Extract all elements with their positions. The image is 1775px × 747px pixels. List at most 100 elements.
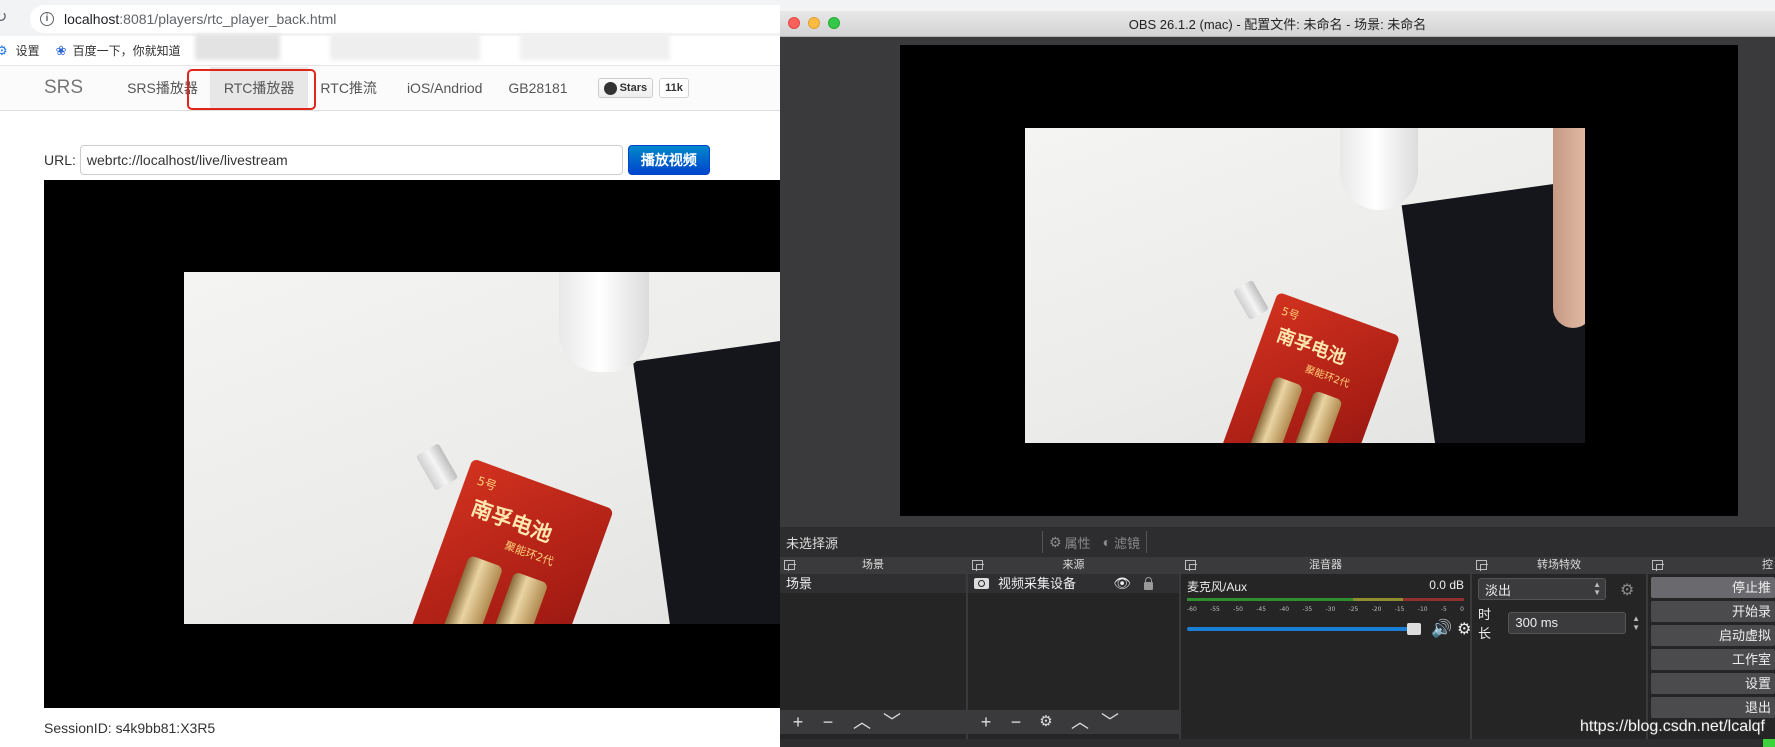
duration-input[interactable]: 300 ms: [1508, 612, 1627, 634]
url-field[interactable]: i localhost:8081/players/rtc_player_back…: [30, 5, 790, 33]
info-icon[interactable]: i: [40, 12, 54, 26]
meter-tick: -40: [1279, 606, 1290, 613]
meter-tick: -45: [1256, 606, 1267, 613]
meter-red-segment: [1403, 598, 1464, 601]
scenes-footer: + − ︿ ﹀: [780, 710, 966, 734]
eye-icon[interactable]: 👁: [1113, 574, 1131, 593]
meter-tick: -15: [1394, 606, 1405, 613]
exit-button[interactable]: 退出: [1651, 697, 1775, 718]
filters-button[interactable]: ◐ 滤镜: [1103, 533, 1140, 552]
gear-icon[interactable]: ⚙: [1457, 619, 1471, 639]
duration-row: 时长 300 ms ▲ ▼: [1478, 604, 1640, 642]
undock-icon[interactable]: [972, 560, 984, 571]
meter-tick: 0: [1460, 606, 1464, 613]
lock-icon[interactable]: [1144, 576, 1153, 590]
scene-item[interactable]: 场景: [780, 574, 966, 593]
undock-icon[interactable]: [1476, 560, 1488, 571]
github-stars-label: Stars: [619, 82, 648, 94]
move-up-icon[interactable]: ︿: [850, 711, 874, 733]
obs-titlebar: OBS 26.1.2 (mac) - 配置文件: 未命名 - 场景: 未命名: [780, 11, 1775, 37]
status-bar: [780, 739, 1775, 747]
camera-scene: 5号 南孚电池 聚能环2代: [1025, 128, 1585, 443]
add-icon[interactable]: +: [974, 711, 998, 733]
github-stars-button[interactable]: Stars: [597, 78, 654, 98]
url-host: localhost: [64, 11, 120, 27]
stepper-icon[interactable]: ▲ ▼: [1632, 614, 1640, 632]
studio-mode-button[interactable]: 工作室: [1651, 649, 1775, 670]
mixer-dock-header: 混音器: [1181, 557, 1470, 574]
undock-icon[interactable]: [1652, 560, 1664, 571]
properties-label: 属性: [1064, 535, 1091, 551]
minimize-button[interactable]: [808, 17, 820, 29]
address-bar: ↻ i localhost:8081/players/rtc_player_ba…: [0, 0, 790, 36]
preview-frame: 5号 南孚电池 聚能环2代: [1025, 128, 1585, 443]
sources-title: 来源: [1062, 559, 1085, 571]
gear-icon[interactable]: ⚙: [1620, 580, 1634, 600]
reload-icon[interactable]: ↻: [0, 10, 10, 26]
redacted-bookmark: [195, 34, 280, 60]
maximize-button[interactable]: [828, 17, 840, 29]
volume-slider[interactable]: [1187, 623, 1421, 635]
url-label: URL:: [44, 152, 76, 168]
move-up-icon[interactable]: ︿: [1068, 711, 1092, 733]
scenes-dock: 场景 场景 + − ︿ ﹀: [780, 557, 968, 747]
speaker-icon[interactable]: 🔊: [1431, 619, 1452, 639]
hanger-hook: [1232, 279, 1270, 321]
camera-scene: 5号 南孚电池 聚能环2代: [184, 272, 780, 624]
meter-ticks: -60 -55 -50 -45 -40 -35 -30 -25 -20 -15 …: [1187, 606, 1464, 613]
stream-url-input[interactable]: [79, 145, 623, 175]
meter-tick: -55: [1210, 606, 1220, 613]
play-video-button[interactable]: 播放视频: [627, 145, 710, 175]
duration-label: 时长: [1478, 607, 1492, 641]
gear-icon: ⚙: [1049, 533, 1062, 550]
no-source-selected-label: 未选择源: [786, 535, 839, 551]
watermark: https://blog.csdn.net/lcalqf: [1580, 718, 1765, 735]
remove-icon[interactable]: −: [1004, 711, 1028, 733]
nav-ios-android[interactable]: iOS/Andriod: [407, 80, 482, 96]
filter-icon: ◐: [1102, 534, 1112, 550]
controls-title: 控: [1762, 559, 1773, 571]
scenes-title: 场景: [862, 559, 884, 571]
preview-canvas[interactable]: 5号 南孚电池 聚能环2代: [900, 45, 1738, 516]
audio-meter: [1187, 598, 1464, 605]
nav-rtc-publish[interactable]: RTC推流: [320, 78, 377, 98]
select-arrows-icon: ▲ ▼: [1593, 580, 1601, 597]
gear-icon[interactable]: ⚙: [1034, 711, 1058, 733]
meter-tick: -30: [1325, 606, 1336, 613]
github-star-count[interactable]: 11k: [659, 78, 689, 98]
start-recording-button[interactable]: 开始录: [1651, 601, 1775, 622]
move-down-icon[interactable]: ﹀: [1098, 711, 1122, 733]
rtc-video-player[interactable]: 5号 南孚电池 聚能环2代: [44, 180, 780, 708]
transitions-body: 淡出 ▲ ▼ ⚙ 时长 300 ms ▲ ▼: [1472, 574, 1646, 646]
bookmark-settings[interactable]: ⚙ 设置: [0, 42, 40, 59]
add-icon[interactable]: +: [786, 711, 810, 733]
video-frame: 5号 南孚电池 聚能环2代: [184, 272, 780, 624]
browser-window: ↻ i localhost:8081/players/rtc_player_ba…: [0, 0, 790, 747]
nav-gb28181[interactable]: GB28181: [508, 80, 567, 96]
settings-button[interactable]: 设置: [1651, 673, 1775, 694]
stop-streaming-button[interactable]: 停止推: [1651, 577, 1775, 598]
source-item-label: 视频采集设备: [998, 576, 1077, 591]
transition-select[interactable]: 淡出 ▲ ▼: [1478, 578, 1606, 600]
meter-tick: -25: [1348, 606, 1359, 613]
stream-status-indicator: [1763, 739, 1775, 747]
battery-pack: 5号 南孚电池 聚能环2代: [1209, 291, 1401, 443]
gear-icon: ⚙: [0, 42, 8, 58]
volume-slider-handle[interactable]: [1407, 623, 1421, 635]
properties-button[interactable]: ⚙ 属性: [1049, 533, 1091, 552]
battery-pack: 5号 南孚电池 聚能环2代: [394, 458, 614, 624]
undock-icon[interactable]: [784, 560, 796, 571]
transition-selected: 淡出: [1485, 582, 1512, 598]
move-down-icon[interactable]: ﹀: [880, 711, 904, 733]
sources-footer: + − ⚙ ︿ ﹀: [968, 710, 1179, 734]
source-item[interactable]: 视频采集设备 👁: [968, 574, 1179, 593]
obs-window: OBS 26.1.2 (mac) - 配置文件: 未命名 - 场景: 未命名 5…: [780, 0, 1775, 747]
bookmark-baidu[interactable]: ❀ 百度一下，你就知道: [56, 42, 181, 59]
close-button[interactable]: [788, 17, 800, 29]
undock-icon[interactable]: [1185, 560, 1197, 571]
site-brand[interactable]: SRS: [44, 77, 83, 99]
bookmark-label: 设置: [15, 44, 40, 58]
scenes-dock-header: 场景: [780, 557, 966, 574]
remove-icon[interactable]: −: [816, 711, 840, 733]
start-virtual-camera-button[interactable]: 启动虚拟: [1651, 625, 1775, 646]
